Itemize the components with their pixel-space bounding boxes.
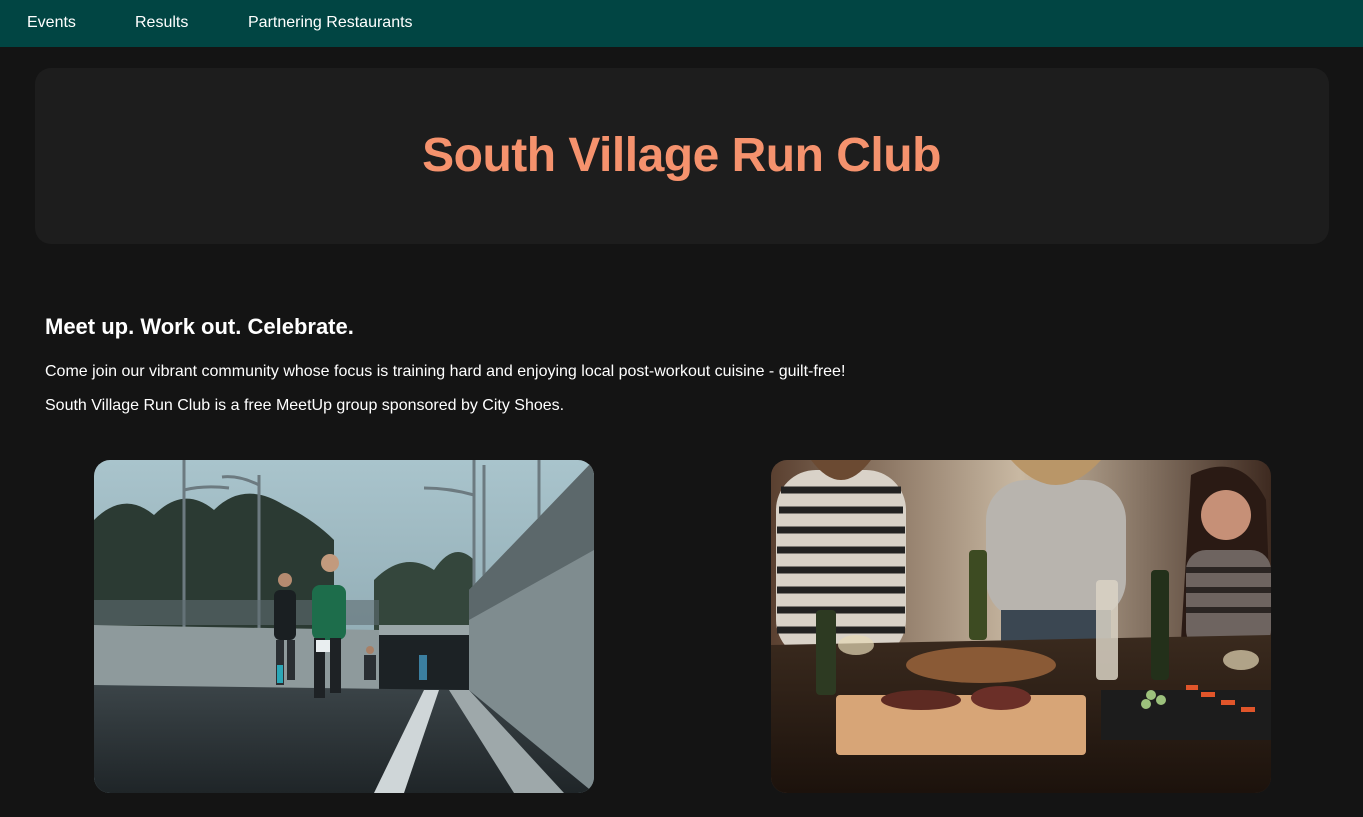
dining-photo	[771, 460, 1271, 793]
nav-link-events[interactable]: Events	[27, 14, 76, 32]
page-title: South Village Run Club	[422, 129, 941, 182]
nav-link-results[interactable]: Results	[135, 14, 188, 32]
nav-link-partnering-restaurants[interactable]: Partnering Restaurants	[248, 14, 413, 32]
intro-paragraph: Come join our vibrant community whose fo…	[45, 363, 846, 380]
intro-heading: Meet up. Work out. Celebrate.	[45, 314, 354, 339]
runners-photo	[94, 460, 594, 793]
top-navigation: Events Results Partnering Restaurants	[0, 0, 1363, 47]
sponsor-paragraph: South Village Run Club is a free MeetUp …	[45, 397, 565, 414]
